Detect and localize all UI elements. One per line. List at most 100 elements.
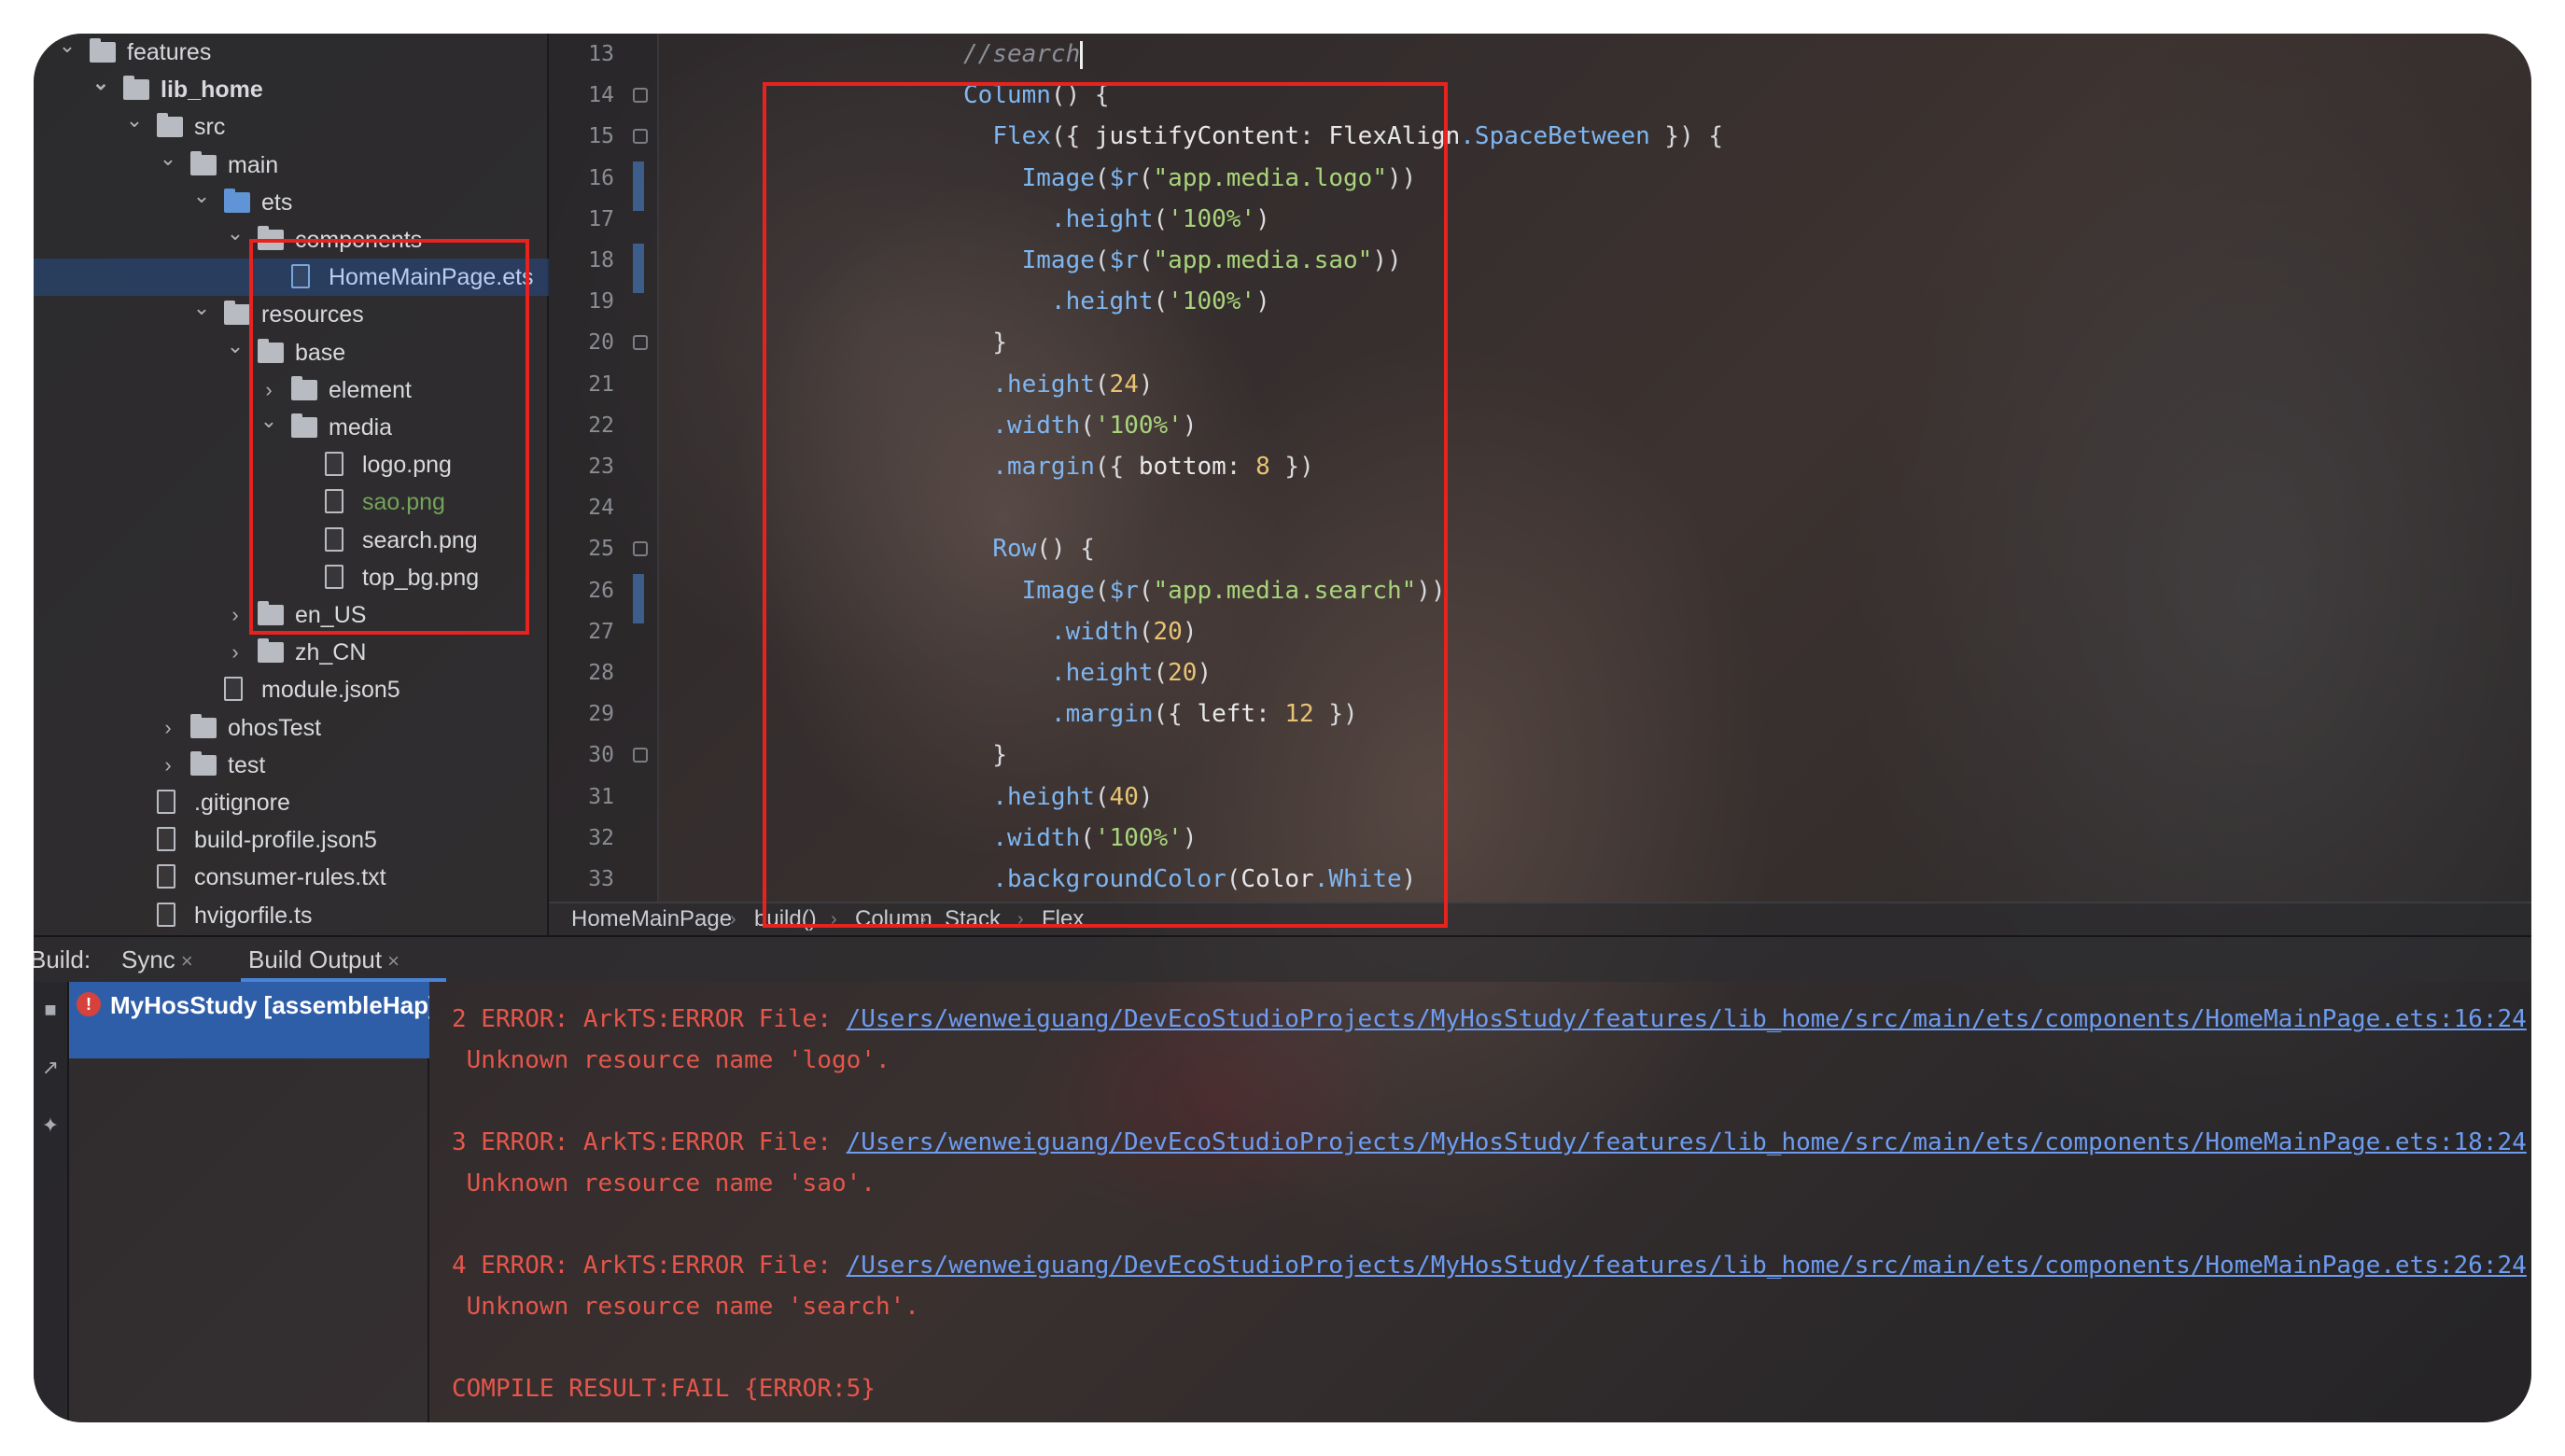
stop-icon[interactable]: ■ xyxy=(39,999,62,1021)
fold-icon[interactable] xyxy=(633,748,648,763)
code-line[interactable]: Image($r("app.media.logo")) xyxy=(963,158,1417,199)
chevron-down-icon[interactable]: ⌄ xyxy=(123,108,146,146)
tree-item-hvigorfile-ts[interactable]: hvigorfile.ts xyxy=(34,897,549,934)
tree-item-resources[interactable]: ⌄ resources xyxy=(34,296,549,333)
code-line[interactable]: Image($r("app.media.sao")) xyxy=(963,240,1402,281)
tree-item-top-bg-png[interactable]: top_bg.png xyxy=(34,559,549,596)
tree-item-features[interactable]: ⌄ features xyxy=(34,34,549,71)
fold-icon[interactable] xyxy=(633,129,648,145)
chevron-down-icon[interactable]: ⌄ xyxy=(157,147,179,184)
breadcrumb-item[interactable]: Flex xyxy=(1042,903,1084,935)
folder-icon xyxy=(123,76,149,101)
code-line[interactable]: .width('100%') xyxy=(963,405,1197,446)
chevron-right-icon[interactable]: › xyxy=(157,747,179,784)
code-line[interactable]: .height('100%') xyxy=(963,281,1270,322)
tree-item-ets[interactable]: ⌄ ets xyxy=(34,184,549,221)
code-line[interactable]: //search xyxy=(963,34,1084,75)
error-file-link[interactable]: /Users/wenweiguang/DevEcoStudioProjects/… xyxy=(847,1252,2527,1280)
tree-item--gitignore[interactable]: .gitignore xyxy=(34,784,549,821)
code-line[interactable]: .backgroundColor(Color.White) xyxy=(963,859,1416,900)
tree-item-media[interactable]: ⌄ media xyxy=(34,409,549,446)
chevron-down-icon[interactable]: ⌄ xyxy=(224,221,246,259)
chevron-down-icon[interactable]: ⌄ xyxy=(224,334,246,371)
tree-item-base[interactable]: ⌄ base xyxy=(34,334,549,371)
tab-sync[interactable]: Sync × xyxy=(121,937,193,984)
chevron-right-icon[interactable]: › xyxy=(258,371,280,409)
tree-item-consumer-rules-txt[interactable]: consumer-rules.txt xyxy=(34,859,549,896)
close-icon[interactable]: × xyxy=(387,949,399,973)
build-output-console[interactable]: 2 ERROR: ArkTS:ERROR File: /Users/wenwei… xyxy=(429,982,2531,1422)
breadcrumb-item[interactable]: Stack xyxy=(945,903,1001,935)
file-icon xyxy=(325,564,351,589)
chevron-down-icon[interactable]: ⌄ xyxy=(258,409,280,446)
tree-item-build-profile-json5[interactable]: build-profile.json5 xyxy=(34,821,549,859)
tree-item-ohostest[interactable]: › ohosTest xyxy=(34,709,549,747)
code-line[interactable]: .height('100%') xyxy=(963,199,1270,240)
code-line[interactable]: .height(24) xyxy=(963,364,1153,405)
fold-icon[interactable] xyxy=(633,335,648,351)
fold-icon[interactable] xyxy=(633,541,648,557)
file-icon xyxy=(325,489,351,514)
line-number: 25 xyxy=(588,537,614,562)
tree-item-element[interactable]: › element xyxy=(34,371,549,409)
chevron-down-icon[interactable]: ⌄ xyxy=(190,184,213,221)
chevron-down-icon[interactable]: ⌄ xyxy=(90,71,112,108)
tree-item-sao-png[interactable]: sao.png xyxy=(34,483,549,521)
tree-item-lib-home[interactable]: ⌄ lib_home xyxy=(34,71,549,108)
folder-icon xyxy=(224,188,250,213)
build-task-label: MyHosStudy [assembleHap] xyxy=(110,991,429,1019)
code-line[interactable]: .width(20) xyxy=(963,611,1198,652)
change-marker xyxy=(633,573,644,623)
chevron-down-icon[interactable]: ⌄ xyxy=(56,34,78,71)
error-file-link[interactable]: /Users/wenweiguang/DevEcoStudioProjects/… xyxy=(847,1005,2527,1033)
breadcrumb-item[interactable]: build() xyxy=(754,903,817,935)
code-editor[interactable]: 13 14 15 16 17 18 19 20 21 22 23 24 25 26 27 28 29 30 31 32… xyxy=(549,34,2531,902)
tree-item-test[interactable]: › test xyxy=(34,747,549,784)
pin-icon[interactable]: ✦ xyxy=(39,1114,62,1137)
line-number: 14 xyxy=(588,83,614,108)
chevron-right-icon[interactable]: › xyxy=(224,634,246,671)
code-line[interactable]: .margin({ bottom: 8 }) xyxy=(963,446,1313,487)
ide-window: ⌄ features ⌄ lib_home ⌄ src ⌄ main ⌄ ets ⌄ componen… xyxy=(34,34,2531,1422)
line-number: 16 xyxy=(588,165,614,190)
code-line[interactable]: } xyxy=(963,322,1007,363)
tree-item-main[interactable]: ⌄ main xyxy=(34,147,549,184)
tree-item-logo-png[interactable]: logo.png xyxy=(34,446,549,483)
tree-item-label: components xyxy=(295,227,423,253)
error-prefix: 3 ERROR: ArkTS:ERROR File: xyxy=(452,1128,847,1156)
chevron-right-icon: › xyxy=(831,909,837,930)
tree-item-components[interactable]: ⌄ components xyxy=(34,221,549,259)
folder-icon xyxy=(258,638,284,664)
line-number: 21 xyxy=(588,371,614,397)
tab-build-output[interactable]: Build Output × xyxy=(248,937,399,984)
code-line[interactable]: .height(40) xyxy=(963,777,1153,818)
code-line[interactable]: Flex({ justifyContent: FlexAlign.SpaceBe… xyxy=(963,116,1723,157)
code-line[interactable]: .margin({ left: 12 }) xyxy=(963,693,1358,735)
chevron-right-icon[interactable]: › xyxy=(157,709,179,747)
fold-icon[interactable] xyxy=(633,88,648,104)
code-line[interactable]: Image($r("app.media.search")) xyxy=(963,570,1446,611)
tree-item-en-us[interactable]: › en_US xyxy=(34,596,549,634)
code-line[interactable]: Row() { xyxy=(963,528,1095,569)
tree-item-homemainpage-ets[interactable]: HomeMainPage.ets xyxy=(34,259,549,297)
tree-item-module-json5[interactable]: module.json5 xyxy=(34,671,549,708)
chevron-right-icon[interactable]: › xyxy=(224,596,246,634)
tree-item-label: test xyxy=(228,751,266,778)
line-number: 15 xyxy=(588,124,614,149)
breadcrumb-item[interactable]: HomeMainPage xyxy=(571,903,732,935)
error-file-link[interactable]: /Users/wenweiguang/DevEcoStudioProjects/… xyxy=(847,1128,2527,1156)
line-number: 32 xyxy=(588,825,614,850)
external-link-icon[interactable]: ↗ xyxy=(39,1057,62,1079)
code-line[interactable]: Column() { xyxy=(963,75,1110,116)
line-number: 18 xyxy=(588,248,614,273)
close-icon[interactable]: × xyxy=(181,949,193,973)
chevron-down-icon[interactable]: ⌄ xyxy=(190,296,213,333)
tree-item-search-png[interactable]: search.png xyxy=(34,522,549,559)
tree-item-src[interactable]: ⌄ src xyxy=(34,108,549,146)
code-line[interactable]: .height(20) xyxy=(963,652,1212,693)
tree-item-label: en_US xyxy=(295,602,367,628)
code-line[interactable]: .width('100%') xyxy=(963,818,1197,859)
build-task-item[interactable]: ! MyHosStudy [assembleHap] xyxy=(69,982,429,1058)
code-line[interactable]: } xyxy=(963,735,1007,776)
tree-item-zh-cn[interactable]: › zh_CN xyxy=(34,634,549,671)
